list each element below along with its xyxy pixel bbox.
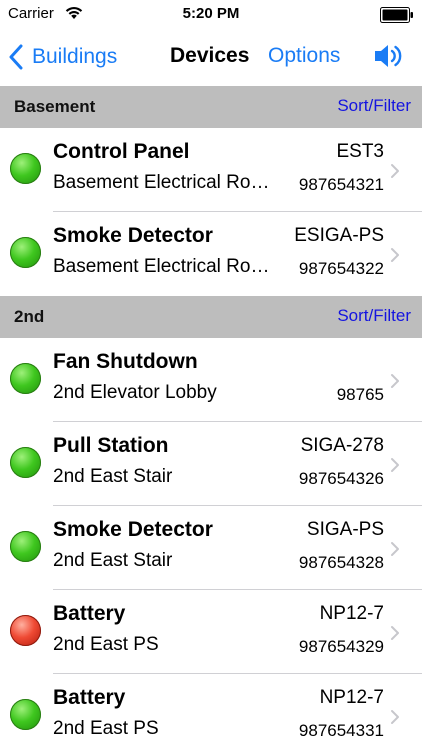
device-serial: 987654321	[298, 175, 384, 194]
battery-icon	[380, 7, 413, 23]
device-serial: 98765	[336, 385, 384, 404]
clock: 5:20 PM	[182, 5, 240, 22]
device-model: NP12-7	[319, 687, 384, 708]
device-row[interactable]: Battery 2nd East PS NP12-7 987654329	[0, 590, 422, 674]
device-location: 2nd East PS	[53, 634, 159, 655]
device-row[interactable]: Smoke Detector Basement Electrical Ro… E…	[0, 212, 422, 296]
device-model: SIGA-PS	[306, 519, 384, 540]
status-indicator-green	[10, 153, 41, 184]
device-model: EST3	[336, 141, 384, 162]
device-name: Smoke Detector	[53, 518, 213, 541]
device-model: SIGA-278	[300, 435, 384, 456]
device-serial: 987654329	[298, 637, 384, 656]
status-indicator-green	[10, 363, 41, 394]
chevron-right-icon	[391, 458, 399, 472]
status-indicator-green	[10, 447, 41, 478]
sort-filter-button[interactable]: Sort/Filter	[337, 96, 411, 116]
speaker-icon[interactable]	[372, 41, 402, 71]
chevron-left-icon	[9, 44, 23, 70]
device-model: NP12-7	[319, 603, 384, 624]
back-button[interactable]: Buildings	[8, 42, 117, 72]
options-button[interactable]: Options	[268, 44, 340, 68]
chevron-right-icon	[391, 374, 399, 388]
chevron-right-icon	[391, 710, 399, 724]
device-location: 2nd East Stair	[53, 550, 173, 571]
navigation-bar: Buildings Devices Options	[0, 30, 422, 86]
device-row[interactable]: Battery 2nd East PS NP12-7 987654331	[0, 674, 422, 750]
device-model: ESIGA-PS	[294, 225, 384, 246]
section-header-basement: Basement Sort/Filter	[0, 86, 422, 128]
device-location: 2nd East Stair	[53, 466, 173, 487]
chevron-right-icon	[391, 248, 399, 262]
device-row[interactable]: Fan Shutdown 2nd Elevator Lobby 98765	[0, 338, 422, 422]
device-row[interactable]: Pull Station 2nd East Stair SIGA-278 987…	[0, 422, 422, 506]
sort-filter-button[interactable]: Sort/Filter	[337, 306, 411, 326]
device-serial: 987654331	[298, 721, 384, 740]
section-title: Basement	[14, 97, 96, 116]
device-location: 2nd East PS	[53, 718, 159, 739]
device-location: 2nd Elevator Lobby	[53, 382, 217, 403]
device-serial: 987654326	[298, 469, 384, 488]
device-location: Basement Electrical Ro…	[53, 256, 270, 277]
device-name: Battery	[53, 686, 126, 709]
section-header-2nd: 2nd Sort/Filter	[0, 296, 422, 338]
back-button-label: Buildings	[32, 45, 118, 68]
page-title: Devices	[170, 44, 250, 67]
chevron-right-icon	[391, 164, 399, 178]
device-name: Control Panel	[53, 140, 190, 163]
device-name: Fan Shutdown	[53, 350, 198, 373]
device-location: Basement Electrical Ro…	[53, 172, 270, 193]
device-serial: 987654328	[298, 553, 384, 572]
chevron-right-icon	[391, 542, 399, 556]
status-indicator-green	[10, 237, 41, 268]
device-name: Smoke Detector	[53, 224, 213, 247]
device-name: Battery	[53, 602, 126, 625]
device-serial: 987654322	[298, 259, 384, 278]
device-row[interactable]: Smoke Detector 2nd East Stair SIGA-PS 98…	[0, 506, 422, 590]
chevron-right-icon	[391, 626, 399, 640]
section-title: 2nd	[14, 307, 45, 326]
device-row[interactable]: Control Panel Basement Electrical Ro… ES…	[0, 128, 422, 212]
status-indicator-green	[10, 531, 41, 562]
status-indicator-red	[10, 615, 41, 646]
status-bar: Carrier 5:20 PM	[0, 0, 422, 30]
device-name: Pull Station	[53, 434, 169, 457]
status-indicator-green	[10, 699, 41, 730]
